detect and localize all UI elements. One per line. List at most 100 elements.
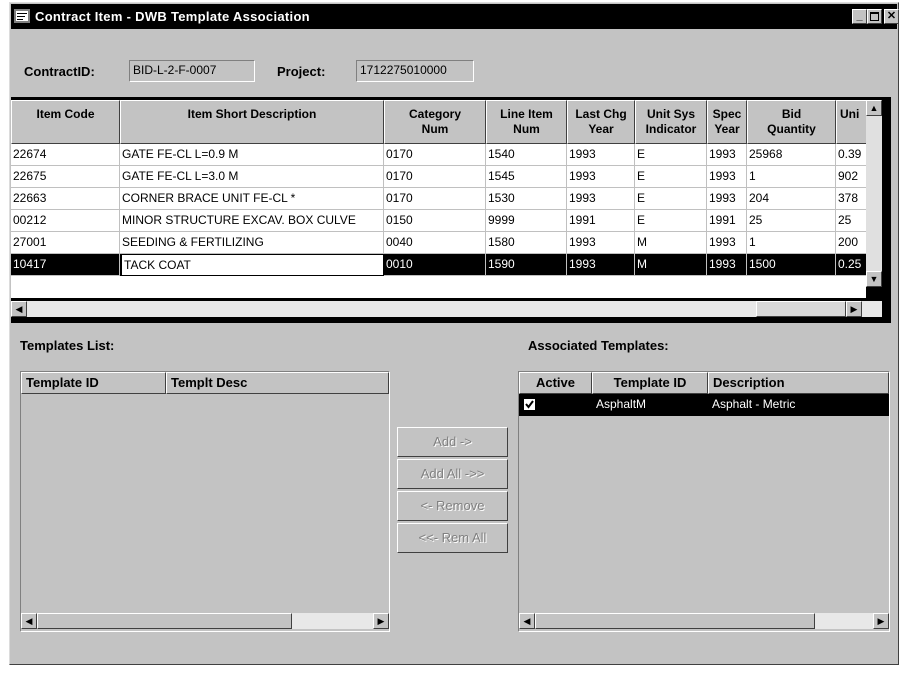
associated-row[interactable]: AsphaltM Asphalt - Metric (519, 394, 889, 416)
col-header-line-item-num[interactable]: Line Item Num (486, 100, 567, 144)
bid-quantity-cell[interactable]: 1 (747, 232, 836, 254)
bid-quantity-cell[interactable]: 1500 (747, 254, 836, 276)
col-header-description[interactable]: Description (708, 372, 889, 394)
remove-button[interactable]: <- Remove (397, 491, 508, 521)
short-description-cell[interactable]: SEEDING & FERTILIZING (120, 232, 384, 254)
title-bar[interactable]: Contract Item - DWB Template Association… (11, 4, 899, 29)
unit-sys-indicator-cell[interactable]: E (635, 210, 707, 232)
bid-quantity-cell[interactable]: 1 (747, 166, 836, 188)
unit-sys-indicator-cell[interactable]: M (635, 232, 707, 254)
unit-price-cell[interactable]: 25 (836, 210, 866, 232)
grid-scroll-right-button[interactable]: ▶ (846, 301, 862, 317)
last-chg-year-cell[interactable]: 1993 (567, 166, 635, 188)
item-code-cell[interactable]: 00212 (11, 210, 120, 232)
scroll-down-button[interactable]: ▼ (866, 271, 882, 287)
grid-vscroll-track[interactable] (866, 116, 882, 266)
last-chg-year-cell[interactable]: 1993 (567, 188, 635, 210)
short-description-cell[interactable]: TACK COAT (120, 254, 384, 276)
last-chg-year-cell[interactable]: 1991 (567, 210, 635, 232)
minimize-button[interactable]: _ (852, 9, 867, 24)
short-description-cell[interactable]: GATE FE-CL L=0.9 M (120, 144, 384, 166)
spec-year-cell[interactable]: 1993 (707, 188, 747, 210)
associated-scroll-left-button[interactable]: ◀ (519, 613, 535, 629)
templates-hscrollbar[interactable]: ◀ ▶ (21, 613, 389, 629)
active-checkbox[interactable] (523, 398, 536, 411)
unit-sys-indicator-cell[interactable]: E (635, 144, 707, 166)
templates-list[interactable]: Template ID Templt Desc ◀ ▶ (20, 371, 390, 632)
unit-price-cell[interactable]: 200 (836, 232, 866, 254)
line-item-num-cell[interactable]: 1545 (486, 166, 567, 188)
unit-price-cell[interactable]: 902 (836, 166, 866, 188)
col-header-active[interactable]: Active (519, 372, 592, 394)
unit-sys-indicator-cell[interactable]: M (635, 254, 707, 276)
col-header-short-description[interactable]: Item Short Description (120, 100, 384, 144)
category-num-cell[interactable]: 0170 (384, 188, 486, 210)
bid-quantity-cell[interactable]: 204 (747, 188, 836, 210)
remove-all-button[interactable]: <<- Rem All (397, 523, 508, 553)
grid-hscroll-thumb[interactable] (756, 301, 846, 317)
maximize-button[interactable] (867, 9, 882, 24)
line-item-num-cell[interactable]: 1540 (486, 144, 567, 166)
scroll-up-button[interactable]: ▲ (866, 100, 882, 116)
item-code-cell[interactable]: 22675 (11, 166, 120, 188)
associated-scroll-right-button[interactable]: ▶ (873, 613, 889, 629)
spec-year-cell[interactable]: 1993 (707, 232, 747, 254)
category-num-cell[interactable]: 0150 (384, 210, 486, 232)
col-header-assoc-template-id[interactable]: Template ID (592, 372, 708, 394)
unit-price-cell[interactable]: 0.25 (836, 254, 866, 276)
category-num-cell[interactable]: 0040 (384, 232, 486, 254)
spec-year-cell[interactable]: 1993 (707, 144, 747, 166)
col-header-item-code[interactable]: Item Code (11, 100, 120, 144)
item-code-cell[interactable]: 22674 (11, 144, 120, 166)
col-header-templt-desc[interactable]: Templt Desc (166, 372, 389, 394)
col-header-category-num[interactable]: Category Num (384, 100, 486, 144)
contract-id-field[interactable]: BID-L-2-F-0007 (129, 60, 255, 82)
line-item-num-cell[interactable]: 1590 (486, 254, 567, 276)
col-header-bid-quantity[interactable]: Bid Quantity (747, 100, 836, 144)
col-header-spec-year[interactable]: Spec Year (707, 100, 747, 144)
app-icon (14, 9, 30, 23)
items-grid[interactable]: Item Code Item Short Description Categor… (11, 100, 866, 298)
bid-quantity-cell[interactable]: 25968 (747, 144, 836, 166)
last-chg-year-cell[interactable]: 1993 (567, 232, 635, 254)
add-button[interactable]: Add -> (397, 427, 508, 457)
project-field[interactable]: 1712275010000 (356, 60, 474, 82)
grid-horizontal-scrollbar[interactable]: ◀ ▶ (11, 301, 882, 317)
category-num-cell[interactable]: 0170 (384, 166, 486, 188)
category-num-cell[interactable]: 0170 (384, 144, 486, 166)
unit-sys-indicator-cell[interactable]: E (635, 166, 707, 188)
line-item-num-cell[interactable]: 9999 (486, 210, 567, 232)
bid-quantity-cell[interactable]: 25 (747, 210, 836, 232)
grid-vertical-scrollbar[interactable]: ▲ ▼ (866, 100, 882, 287)
col-header-last-chg-year[interactable]: Last Chg Year (567, 100, 635, 144)
spec-year-cell[interactable]: 1991 (707, 210, 747, 232)
templates-hscroll-thumb[interactable] (37, 613, 292, 629)
item-code-cell[interactable]: 10417 (11, 254, 120, 276)
spec-year-cell[interactable]: 1993 (707, 254, 747, 276)
short-description-cell[interactable]: GATE FE-CL L=3.0 M (120, 166, 384, 188)
item-code-cell[interactable]: 27001 (11, 232, 120, 254)
line-item-num-cell[interactable]: 1580 (486, 232, 567, 254)
col-header-template-id[interactable]: Template ID (21, 372, 166, 394)
col-header-unit-price[interactable]: Uni (836, 100, 866, 144)
templates-scroll-right-button[interactable]: ▶ (373, 613, 389, 629)
last-chg-year-cell[interactable]: 1993 (567, 144, 635, 166)
col-header-unit-sys-indicator[interactable]: Unit Sys Indicator (635, 100, 707, 144)
associated-templates-list[interactable]: Active Template ID Description AsphaltM … (518, 371, 890, 632)
unit-price-cell[interactable]: 378 (836, 188, 866, 210)
category-num-cell[interactable]: 0010 (384, 254, 486, 276)
grid-scroll-left-button[interactable]: ◀ (11, 301, 27, 317)
add-all-button[interactable]: Add All ->> (397, 459, 508, 489)
associated-hscrollbar[interactable]: ◀ ▶ (519, 613, 889, 629)
spec-year-cell[interactable]: 1993 (707, 166, 747, 188)
unit-sys-indicator-cell[interactable]: E (635, 188, 707, 210)
templates-scroll-left-button[interactable]: ◀ (21, 613, 37, 629)
item-code-cell[interactable]: 22663 (11, 188, 120, 210)
short-description-cell[interactable]: MINOR STRUCTURE EXCAV. BOX CULVE (120, 210, 384, 232)
short-description-cell[interactable]: CORNER BRACE UNIT FE-CL * (120, 188, 384, 210)
close-button[interactable]: ✕ (884, 9, 899, 24)
associated-hscroll-thumb[interactable] (535, 613, 815, 629)
unit-price-cell[interactable]: 0.39 (836, 144, 866, 166)
last-chg-year-cell[interactable]: 1993 (567, 254, 635, 276)
line-item-num-cell[interactable]: 1530 (486, 188, 567, 210)
